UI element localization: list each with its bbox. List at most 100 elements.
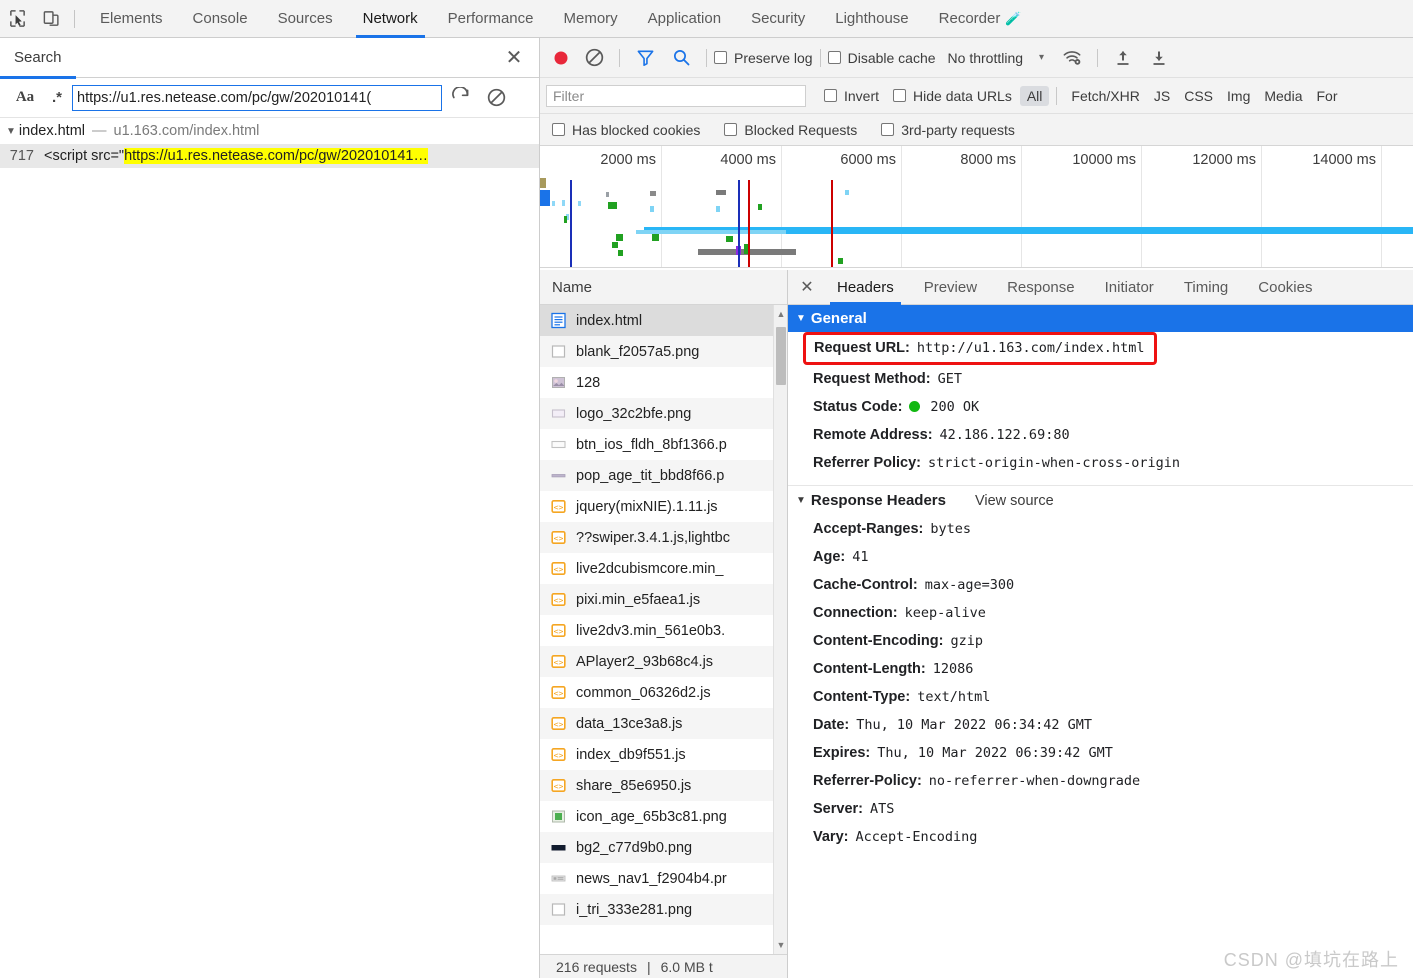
invert-checkbox[interactable]: Invert [824,88,879,104]
tab-network[interactable]: Network [348,0,433,38]
overview-marker [845,190,849,195]
detail-tab-label: Preview [923,278,978,296]
overview-marker [564,216,567,223]
search-icon[interactable] [663,43,699,73]
chevron-down-icon[interactable]: ▾ [1039,52,1044,63]
search-drawer-tab[interactable]: Search [0,38,76,79]
table-row[interactable]: <> common_06326d2.js [540,677,787,708]
table-row[interactable]: <> ??swiper.3.4.1.js,lightbc [540,522,787,553]
close-icon[interactable]: ✕ [503,47,525,69]
filter-type-img[interactable]: Img [1220,86,1257,106]
device-toolbar-icon[interactable] [34,4,68,34]
watermark: CSDN @填坑在路上 [1224,946,1399,972]
close-icon[interactable]: ✕ [792,277,822,297]
match-case-button[interactable]: Aa [8,89,42,106]
inspect-cursor-icon[interactable] [0,4,34,34]
status-code-row: Status Code: 200 OK [788,393,1413,421]
clear-network-icon[interactable] [576,43,612,73]
detail-tab-initiator[interactable]: Initiator [1090,270,1169,305]
scroll-down-arrow-icon[interactable]: ▼ [776,940,786,950]
table-row[interactable]: blank_f2057a5.png [540,336,787,367]
tab-recorder[interactable]: Recorder 🧪 [924,0,1037,38]
table-row[interactable]: <> live2dv3.min_561e0b3. [540,615,787,646]
filter-type-fetch-xhr[interactable]: Fetch/XHR [1064,86,1146,106]
filter-icon[interactable] [627,43,663,73]
remote-address-row: Remote Address: 42.186.122.69:80 [788,421,1413,449]
refresh-icon[interactable] [442,83,478,113]
table-row[interactable]: <> live2dcubismcore.min_ [540,553,787,584]
detail-tab-headers[interactable]: Headers [822,270,909,305]
tab-performance[interactable]: Performance [433,0,549,38]
network-overview-timeline[interactable]: 2000 ms 4000 ms 6000 ms 8000 ms 10000 ms… [540,146,1413,268]
has-blocked-cookies-checkbox[interactable]: Has blocked cookies [552,122,700,138]
third-party-requests-checkbox[interactable]: 3rd-party requests [881,122,1015,138]
tab-security[interactable]: Security [736,0,820,38]
request-list-scrollbar[interactable]: ▲ ▼ [773,305,787,954]
request-list-header[interactable]: Name [540,270,787,305]
tab-sources[interactable]: Sources [263,0,348,38]
filter-type-all[interactable]: All [1019,85,1050,106]
table-row[interactable]: bg2_c77d9b0.png [540,832,787,863]
request-url-value: http://u1.163.com/index.html [916,340,1145,356]
table-row[interactable]: <> share_85e6950.js [540,770,787,801]
table-row[interactable]: icon_age_65b3c81.png [540,801,787,832]
header-value: Thu, 10 Mar 2022 06:34:42 GMT [856,716,1092,733]
table-row[interactable]: news_nav1_f2904b4.pr [540,863,787,894]
import-har-icon[interactable] [1105,43,1141,73]
table-row[interactable]: <> data_13ce3a8.js [540,708,787,739]
overview-marker [652,234,659,241]
export-har-icon[interactable] [1141,43,1177,73]
table-row[interactable]: logo_32c2bfe.png [540,398,787,429]
tab-lighthouse[interactable]: Lighthouse [820,0,923,38]
tab-memory[interactable]: Memory [549,0,633,38]
table-row[interactable]: <> pixi.min_e5faea1.js [540,584,787,615]
tab-application[interactable]: Application [633,0,736,38]
table-row[interactable]: <> APlayer2_93b68c4.js [540,646,787,677]
filter-type-font[interactable]: For [1310,86,1345,106]
scrollbar-thumb[interactable] [776,327,786,385]
clear-icon[interactable] [478,83,514,113]
preserve-log-checkbox[interactable]: Preserve log [714,50,813,66]
detail-tab-timing[interactable]: Timing [1169,270,1243,305]
image-thumb-icon [550,839,567,856]
search-result-match[interactable]: 717 <script src=" https://u1.res.netease.… [0,144,539,168]
scroll-up-arrow-icon[interactable]: ▲ [776,309,786,319]
throttling-select[interactable]: No throttling [948,50,1023,66]
detail-tab-cookies[interactable]: Cookies [1243,270,1327,305]
detail-tab-response[interactable]: Response [992,270,1090,305]
table-row[interactable]: pop_age_tit_bbd8f66.p [540,460,787,491]
table-row[interactable]: <> index_db9f551.js [540,739,787,770]
filter-input[interactable] [546,84,806,107]
regex-button[interactable]: .* [42,89,72,106]
hide-data-urls-checkbox[interactable]: Hide data URLs [893,88,1012,104]
search-result-highlight: https://u1.res.netease.com/pc/gw/2020101… [124,148,428,164]
header-value: keep-alive [904,604,986,621]
tab-console[interactable]: Console [178,0,263,38]
filter-type-media[interactable]: Media [1257,86,1309,106]
table-row[interactable]: btn_ios_fldh_8bf1366.p [540,429,787,460]
filter-type-css[interactable]: CSS [1177,86,1220,106]
filter-type-js[interactable]: JS [1147,86,1177,106]
search-input[interactable] [72,84,442,111]
table-row[interactable]: <> jquery(mixNIE).1.11.js [540,491,787,522]
table-row[interactable]: i_tri_333e281.png [540,894,787,925]
disable-cache-checkbox[interactable]: Disable cache [827,50,936,66]
table-row[interactable]: 128 [540,367,787,398]
detail-tab-label: Headers [837,278,894,296]
header-value: 41 [852,548,869,565]
wifi-settings-icon[interactable] [1054,43,1090,73]
network-status-bar: 216 requests | 6.0 MB t [540,954,787,978]
detail-tab-preview[interactable]: Preview [909,270,992,305]
overview-marker [540,178,546,188]
tab-elements[interactable]: Elements [85,0,178,38]
general-section-header[interactable]: ▼ General [788,305,1413,332]
detail-tab-label: Timing [1183,278,1229,296]
checkbox-box [552,123,565,136]
view-source-link[interactable]: View source [975,493,1054,509]
record-stop-icon[interactable] [546,47,576,69]
search-result-file[interactable]: ▼ index.html — u1.163.com/index.html [0,118,539,144]
table-row[interactable]: index.html [540,305,787,336]
response-headers-section-header[interactable]: ▼ Response Headers View source [788,485,1413,515]
request-name: index_db9f551.js [576,746,686,763]
blocked-requests-checkbox[interactable]: Blocked Requests [724,122,857,138]
